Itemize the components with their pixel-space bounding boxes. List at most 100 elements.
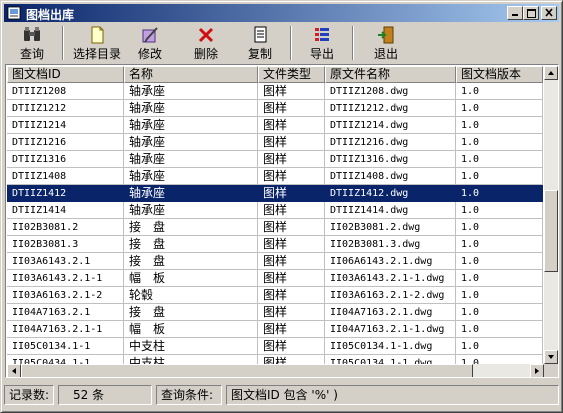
grid-header: 图文档ID 名称 文件类型 原文件名称 图文档版本 xyxy=(7,66,543,83)
exit-label: 退出 xyxy=(373,47,398,61)
cell-version: 1.0 xyxy=(456,355,543,364)
cell-filetype: 图样 xyxy=(258,168,325,185)
record-count-label: 记录数: xyxy=(4,385,54,405)
vertical-scroll-thumb[interactable] xyxy=(544,190,558,272)
close-button[interactable] xyxy=(541,6,557,20)
horizontal-scroll-thumb[interactable] xyxy=(21,364,473,377)
cell-version: 1.0 xyxy=(456,270,543,287)
copy-icon xyxy=(254,26,267,43)
table-row[interactable]: II03A6163.2.1-2 轮毂 图样 II03A6163.2.1-2.dwg 1.… xyxy=(7,287,543,304)
cell-id: II04A7163.2.1 xyxy=(7,304,124,321)
table-row[interactable]: II03A6143.2.1-1 幅 板图样 II03A6143.2.1-1.dwg 1… xyxy=(7,270,543,287)
table-row[interactable]: II02B3081.3 接 盘图样 II02B3081.3.dwg 1.0 xyxy=(7,236,543,253)
table-row[interactable]: II05C0134.1-1 中支柱 图样 II05C0134.1-1.dwg 1.0 xyxy=(7,338,543,355)
edit-icon xyxy=(142,27,158,43)
status-bar: 记录数: 52 条 查询条件: 图文档ID 包含 '%' ) xyxy=(4,384,559,406)
document-icon xyxy=(91,26,104,44)
select-directory-button[interactable]: 选择目录 xyxy=(66,24,128,62)
table-row[interactable]: DTIIZ1316 轴承座 图样 DTIIZ1316.dwg 1.0 xyxy=(7,151,543,168)
table-row[interactable]: DTIIZ1408 轴承座 图样 DTIIZ1408.dwg 1.0 xyxy=(7,168,543,185)
cell-name: 轴承座 xyxy=(124,185,258,202)
query-button[interactable]: 查询 xyxy=(8,24,56,62)
copy-label: 复制 xyxy=(247,47,272,61)
table-row[interactable]: DTIIZ1212 轴承座 图样 DTIIZ1212.dwg 1.0 xyxy=(7,100,543,117)
toolbar-separator xyxy=(62,26,64,60)
cell-original-filename: DTIIZ1212.dwg xyxy=(325,100,456,117)
cell-name: 轴承座 xyxy=(124,151,258,168)
cell-version: 1.0 xyxy=(456,117,543,134)
cell-version: 1.0 xyxy=(456,185,543,202)
table-row[interactable]: DTIIZ1208 轴承座 图样 DTIIZ1208.dwg 1.0 xyxy=(7,83,543,100)
table-row[interactable]: II04A7163.2.1-1 幅 板图样 II04A7163.2.1-1.dwg 1… xyxy=(7,321,543,338)
exit-button[interactable]: 退出 xyxy=(364,24,408,62)
table-row[interactable]: II02B3081.2 接 盘图样 II02B3081.2.dwg 1.0 xyxy=(7,219,543,236)
minimize-button[interactable] xyxy=(507,6,523,20)
cell-version: 1.0 xyxy=(456,134,543,151)
table-row[interactable]: DTIIZ1214 轴承座 图样 DTIIZ1214.dwg 1.0 xyxy=(7,117,543,134)
cell-name: 接 盘 xyxy=(124,236,258,253)
cell-name: 接 盘 xyxy=(124,253,258,270)
cell-name: 中支柱 xyxy=(124,338,258,355)
cell-name: 轴承座 xyxy=(124,117,258,134)
cell-original-filename: DTIIZ1214.dwg xyxy=(325,117,456,134)
table-row[interactable]: II03A6143.2.1 接 盘图样 II06A6143.2.1.dwg 1.0 xyxy=(7,253,543,270)
cell-id: DTIIZ1412 xyxy=(7,185,124,202)
cell-original-filename: DTIIZ1408.dwg xyxy=(325,168,456,185)
cell-id: DTIIZ1316 xyxy=(7,151,124,168)
column-header-id[interactable]: 图文档ID xyxy=(7,66,124,83)
exit-door-icon xyxy=(378,26,394,44)
cell-id: DTIIZ1212 xyxy=(7,100,124,117)
cell-original-filename: II03A6163.2.1-2.dwg xyxy=(325,287,456,304)
delete-button[interactable]: 删除 xyxy=(184,24,228,62)
horizontal-scrollbar[interactable] xyxy=(7,364,544,377)
vertical-scrollbar[interactable] xyxy=(544,66,558,364)
table-row[interactable]: DTIIZ1412 轴承座 图样 DTIIZ1412.dwg 1.0 xyxy=(7,185,543,202)
column-header-version[interactable]: 图文档版本 xyxy=(456,66,543,83)
cell-version: 1.0 xyxy=(456,219,543,236)
select-directory-label: 选择目录 xyxy=(72,47,121,61)
table-row[interactable]: DTIIZ1414 轴承座 图样 DTIIZ1414.dwg 1.0 xyxy=(7,202,543,219)
scroll-right-button[interactable] xyxy=(530,364,544,377)
cell-id: DTIIZ1214 xyxy=(7,117,124,134)
export-button[interactable]: 导出 xyxy=(300,24,344,62)
toolbar-separator xyxy=(290,26,292,60)
arrow-left-icon xyxy=(12,368,16,374)
cell-filetype: 图样 xyxy=(258,83,325,100)
cell-id: II03A6163.2.1-2 xyxy=(7,287,124,304)
column-header-original-filename[interactable]: 原文件名称 xyxy=(325,66,456,83)
export-icon xyxy=(315,28,329,41)
scroll-down-button[interactable] xyxy=(544,350,558,364)
cell-version: 1.0 xyxy=(456,304,543,321)
cell-filetype: 图样 xyxy=(258,219,325,236)
record-count-value: 52 条 xyxy=(58,385,152,405)
document-grid: 图文档ID 名称 文件类型 原文件名称 图文档版本 DTIIZ1208 轴承座 图样… xyxy=(5,64,559,378)
cell-filetype: 图样 xyxy=(258,202,325,219)
cell-original-filename: DTIIZ1414.dwg xyxy=(325,202,456,219)
scroll-left-button[interactable] xyxy=(7,364,21,377)
cell-id: II03A6143.2.1-1 xyxy=(7,270,124,287)
table-row[interactable]: DTIIZ1216 轴承座 图样 DTIIZ1216.dwg 1.0 xyxy=(7,134,543,151)
scroll-up-button[interactable] xyxy=(544,66,558,80)
query-condition-value: 图文档ID 包含 '%' ) xyxy=(226,385,559,405)
arrow-up-icon xyxy=(548,71,554,75)
cell-version: 1.0 xyxy=(456,168,543,185)
main-window: 图档出库 查询 选择目录 修改 删除 复制 导出 退出 图文档ID 名称 文件类… xyxy=(0,0,563,413)
copy-button[interactable]: 复制 xyxy=(238,24,282,62)
cell-original-filename: II05C0134.1-1.dwg xyxy=(325,355,456,364)
cell-filetype: 图样 xyxy=(258,304,325,321)
cell-name: 接 盘 xyxy=(124,219,258,236)
cell-filetype: 图样 xyxy=(258,321,325,338)
cell-filetype: 图样 xyxy=(258,185,325,202)
column-header-filetype[interactable]: 文件类型 xyxy=(258,66,325,83)
maximize-button[interactable] xyxy=(523,6,539,20)
delete-label: 删除 xyxy=(193,47,218,61)
cell-filetype: 图样 xyxy=(258,287,325,304)
table-row[interactable]: II05C0434.1-1 中支柱 图样 II05C0134.1-1.dwg 1.0 xyxy=(7,355,543,364)
title-bar[interactable]: 图档出库 xyxy=(4,4,559,22)
modify-button[interactable]: 修改 xyxy=(128,24,172,62)
column-header-name[interactable]: 名称 xyxy=(124,66,258,83)
cell-name: 幅 板 xyxy=(124,321,258,338)
delete-x-icon xyxy=(198,27,214,43)
binoculars-icon xyxy=(24,27,40,41)
table-row[interactable]: II04A7163.2.1 接 盘图样 II04A7163.2.1.dwg 1.0 xyxy=(7,304,543,321)
